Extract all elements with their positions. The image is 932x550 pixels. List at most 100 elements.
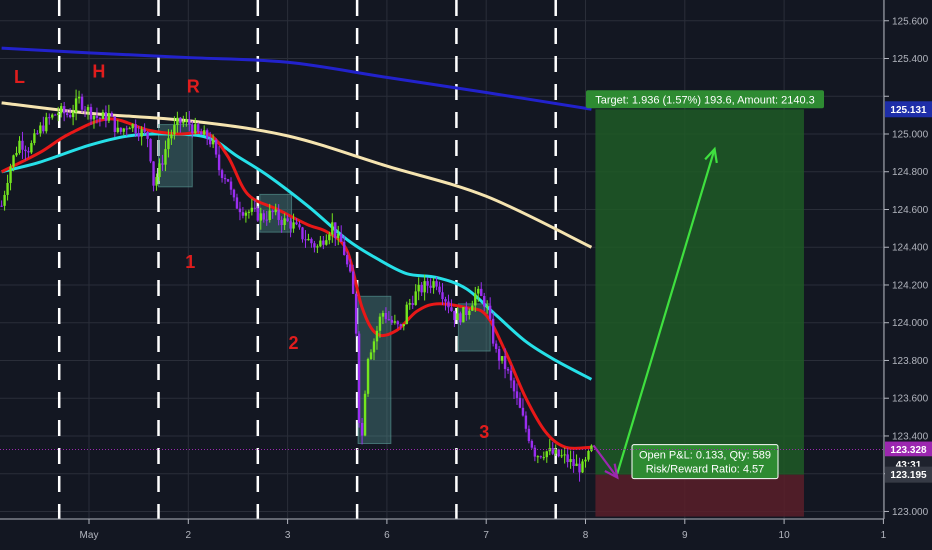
- profit-zone[interactable]: [595, 109, 804, 475]
- candle-body: [515, 391, 519, 398]
- candle-body: [405, 304, 408, 325]
- candle-body: [205, 130, 209, 139]
- candle-body: [480, 288, 483, 296]
- candle-body: [313, 243, 316, 248]
- candle-body: [381, 312, 385, 317]
- candle-body: [42, 125, 45, 132]
- price-chart[interactable]: L H R 1 2 3 Target: 1.936 (1.57%) 193.6, Amou…: [0, 0, 932, 550]
- candle-body: [101, 112, 105, 119]
- pattern-label: H: [92, 61, 105, 81]
- candle-body: [51, 114, 54, 118]
- candle-body: [137, 133, 140, 137]
- candle-body: [471, 305, 474, 311]
- candle-body: [345, 255, 349, 265]
- candle-body: [584, 459, 587, 462]
- candle-body: [587, 450, 590, 460]
- loss-zone[interactable]: [595, 474, 804, 517]
- candle-body: [447, 301, 450, 308]
- candle-body: [80, 96, 84, 110]
- candle-body: [557, 449, 560, 457]
- candle-body: [241, 212, 245, 216]
- candle-body: [408, 303, 411, 305]
- candle-body: [0, 205, 3, 207]
- candle-body: [536, 456, 540, 458]
- candle-body: [202, 130, 206, 135]
- candle-body: [325, 240, 328, 245]
- open-pnl-label: Open P&L: 0.133, Qty: 589: [639, 450, 771, 462]
- candle-body: [259, 213, 262, 221]
- candle-body: [89, 107, 93, 120]
- candle-body: [182, 121, 185, 124]
- price-tick-label: 124.600: [892, 205, 929, 216]
- candle-body: [363, 393, 367, 436]
- candle-body: [503, 356, 507, 369]
- candle-body: [62, 106, 66, 114]
- candle-body: [396, 321, 400, 325]
- candle-body: [280, 219, 283, 226]
- candle-body: [116, 127, 119, 132]
- candle-body: [146, 131, 149, 139]
- candle-body: [500, 356, 504, 361]
- candle-body: [337, 233, 340, 239]
- candle-body: [286, 218, 289, 222]
- candle-body: [560, 455, 563, 457]
- candle-body: [295, 222, 298, 225]
- candle-body: [98, 117, 102, 119]
- candle-body: [459, 313, 462, 323]
- candle-body: [220, 170, 224, 178]
- candle-body: [316, 246, 319, 248]
- candle-body: [441, 292, 444, 300]
- candle-body: [27, 151, 30, 153]
- candle-body: [244, 212, 248, 216]
- candle-body: [155, 177, 158, 186]
- candle-body: [578, 463, 581, 473]
- candle-body: [563, 454, 566, 456]
- candle-body: [125, 128, 128, 130]
- candle-body: [110, 113, 114, 117]
- candle-body: [122, 128, 125, 132]
- time-tick-label: 9: [682, 530, 688, 541]
- candle-body: [328, 234, 331, 241]
- candle-body: [250, 207, 254, 212]
- time-tick-label: 7: [483, 530, 489, 541]
- candle-body: [387, 319, 391, 321]
- candle-body: [164, 149, 167, 165]
- candle-body: [545, 451, 548, 458]
- candle-body: [551, 448, 554, 454]
- candle-body: [3, 194, 6, 206]
- candle-body: [208, 138, 212, 145]
- price-tick-label: 123.600: [892, 394, 929, 405]
- price-tick-label: 123.400: [892, 431, 929, 442]
- candle-body: [298, 224, 301, 228]
- candle-body: [411, 303, 414, 305]
- candle-body: [432, 281, 435, 288]
- candle-body: [152, 161, 155, 186]
- candle-body: [197, 124, 200, 132]
- candle-body: [12, 155, 15, 167]
- candle-body: [161, 163, 164, 165]
- candle-body: [57, 113, 60, 116]
- candle-body: [450, 307, 453, 311]
- price-tick-label: 124.000: [892, 318, 929, 329]
- price-tick-label: 124.800: [892, 167, 929, 178]
- candle-body: [375, 330, 379, 342]
- candle-body: [322, 240, 325, 245]
- candle-body: [194, 124, 197, 134]
- candle-body: [167, 138, 170, 150]
- candle-body: [539, 456, 543, 458]
- candle-body: [24, 149, 27, 152]
- candle-body: [143, 129, 146, 132]
- candle-body: [506, 368, 510, 371]
- candle-body: [74, 98, 78, 113]
- time-tick-label: 10: [779, 530, 791, 541]
- price-tick-label: 124.200: [892, 280, 929, 291]
- time-tick-label: 3: [285, 530, 291, 541]
- candle-body: [179, 117, 182, 124]
- candle-body: [307, 238, 310, 241]
- candle-body: [54, 114, 57, 116]
- candle-body: [134, 124, 137, 134]
- candle-body: [554, 449, 557, 454]
- candle-body: [86, 107, 90, 111]
- candle-body: [372, 341, 376, 353]
- candle-body: [354, 293, 358, 334]
